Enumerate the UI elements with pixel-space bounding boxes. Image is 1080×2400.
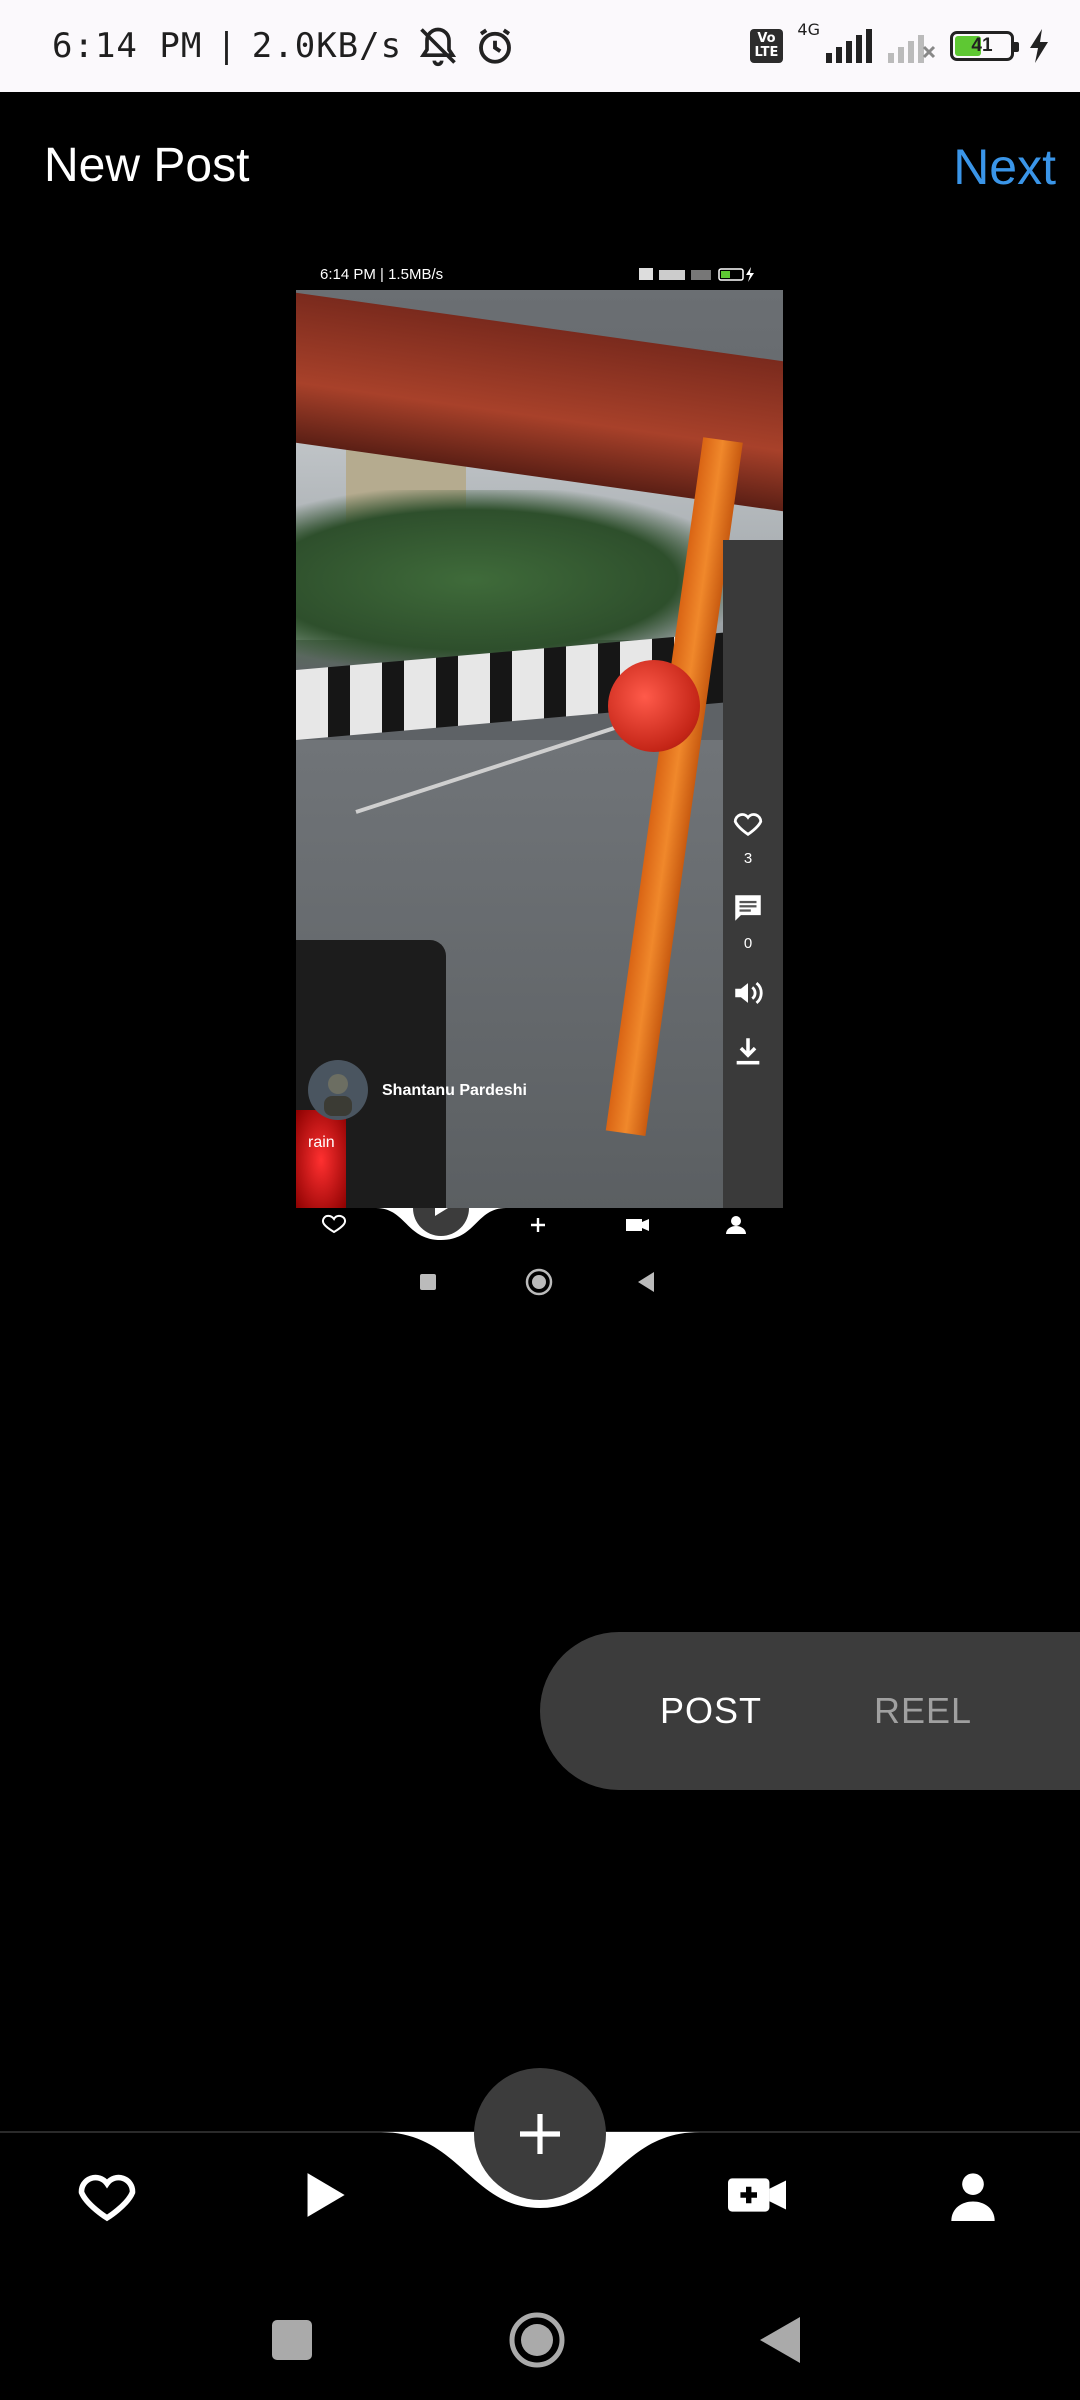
home-button[interactable] xyxy=(497,2300,577,2380)
preview-username: Shantanu Pardeshi xyxy=(382,1082,527,1099)
status-left: 6:14 PM | 2.0KB/s xyxy=(52,0,516,92)
status-right: Vo LTE 4G 41 xyxy=(749,0,1050,92)
signal-icon xyxy=(826,29,872,63)
nav-play[interactable] xyxy=(270,2140,380,2250)
square-icon xyxy=(272,2320,312,2360)
preview-system-nav xyxy=(420,1268,654,1296)
media-preview[interactable]: 6:14 PM | 1.5MB/s 3 0 Shantanu Pardeshi … xyxy=(296,258,783,1308)
person-icon xyxy=(951,2173,995,2221)
network-type: 4G xyxy=(797,20,820,39)
preview-battery-icon xyxy=(639,267,754,282)
nav-heart[interactable] xyxy=(52,2140,162,2250)
preview-comment-icon xyxy=(735,895,761,921)
battery-icon: 41 xyxy=(950,31,1019,61)
charging-icon xyxy=(1030,29,1048,63)
preview-volume-icon xyxy=(735,981,763,1005)
mirror xyxy=(608,660,700,752)
alarm-icon xyxy=(479,28,512,64)
home-circle-icon xyxy=(509,2312,565,2368)
recents-button[interactable] xyxy=(252,2300,332,2380)
system-nav-bar xyxy=(0,2270,1080,2400)
preview-like-count: 3 xyxy=(743,850,753,867)
preview-caption: rain xyxy=(308,1134,335,1151)
nav-profile[interactable] xyxy=(918,2140,1028,2250)
status-bar: 6:14 PM | 2.0KB/s Vo LTE 4G 41 xyxy=(0,0,1080,92)
nav-video-add[interactable] xyxy=(702,2140,812,2250)
preview-bottom-nav xyxy=(296,1208,783,1308)
mode-switch: POST REEL xyxy=(540,1632,1080,1790)
preview-heart-icon xyxy=(733,813,763,837)
preview-comment-count: 0 xyxy=(743,935,753,952)
volte-badge: Vo LTE xyxy=(749,29,784,63)
battery-level: 41 xyxy=(971,35,993,56)
heart-icon xyxy=(78,2174,136,2222)
signal-off-icon xyxy=(888,35,936,63)
preview-download-icon xyxy=(736,1038,760,1065)
add-icon xyxy=(520,2114,560,2154)
mode-post-tab[interactable]: POST xyxy=(660,1632,762,1790)
video-frame xyxy=(296,290,783,1208)
add-post-button[interactable] xyxy=(474,2068,606,2200)
play-icon xyxy=(307,2173,345,2217)
page-title: New Post xyxy=(44,139,250,192)
preview-status-time: 6:14 PM | 1.5MB/s xyxy=(320,265,444,283)
back-button[interactable] xyxy=(740,2300,820,2380)
status-divider: | xyxy=(216,26,238,66)
preview-status-bar: 6:14 PM | 1.5MB/s xyxy=(296,258,783,290)
status-time: 6:14 PM xyxy=(52,26,203,66)
next-button[interactable]: Next xyxy=(953,138,1056,196)
video-add-icon xyxy=(728,2178,786,2212)
back-triangle-icon xyxy=(760,2317,800,2363)
mute-bell-icon xyxy=(419,27,457,67)
mode-reel-tab[interactable]: REEL xyxy=(874,1632,972,1790)
status-speed: 2.0KB/s xyxy=(251,26,403,66)
preview-actions: 3 0 xyxy=(731,806,765,1068)
preview-avatar xyxy=(308,1060,368,1120)
